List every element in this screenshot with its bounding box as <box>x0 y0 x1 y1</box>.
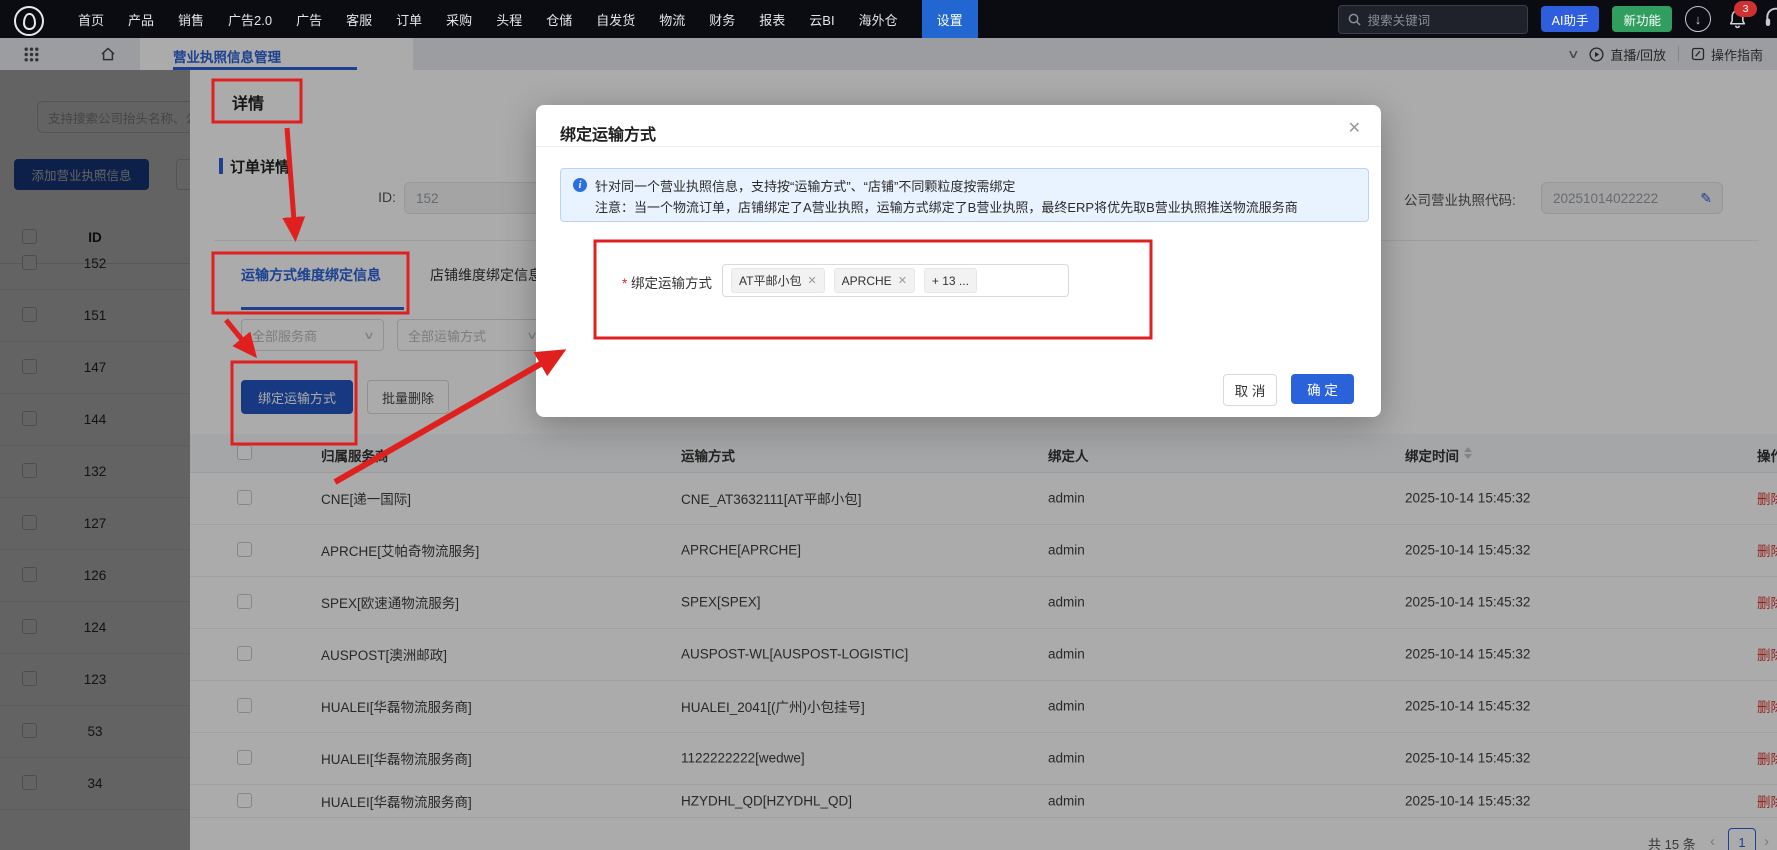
nav-item-ad[interactable]: 广告 <box>296 10 322 29</box>
nav-item-report[interactable]: 报表 <box>759 10 785 29</box>
global-search-input[interactable]: 搜索关键词 <box>1338 5 1528 34</box>
divider <box>536 146 1381 147</box>
nav-item-settings[interactable]: 设置 <box>922 0 978 38</box>
more-tags-badge[interactable]: + 13 ... <box>924 268 977 293</box>
nav-item-selfship[interactable]: 自发货 <box>596 10 635 29</box>
app-logo-icon[interactable] <box>14 6 44 36</box>
selected-tag: APRCHE ✕ <box>834 268 915 293</box>
notification-badge: 3 <box>1734 1 1757 17</box>
nav-item-overseas[interactable]: 海外仓 <box>859 10 898 29</box>
search-icon <box>1348 13 1361 26</box>
info-line-2: 注意：当一个物流订单，店铺绑定了A营业执照，运输方式绑定了B营业执照，最终ERP… <box>595 197 1298 216</box>
bind-transport-field-label: * 绑定运输方式 <box>622 272 712 292</box>
tag-label: APRCHE <box>842 274 892 288</box>
selected-tag: AT平邮小包 ✕ <box>731 268 825 293</box>
nav-item-warehouse[interactable]: 仓储 <box>546 10 572 29</box>
nav-menu: 首页 产品 销售 广告2.0 广告 客服 订单 采购 头程 仓储 自发货 物流 … <box>78 0 978 38</box>
nav-right-cluster: 搜索关键词 AI助手 新功能 ↓ 3 <box>1338 0 1777 38</box>
nav-item-product[interactable]: 产品 <box>128 10 154 29</box>
tag-remove-icon[interactable]: ✕ <box>807 274 816 287</box>
notification-bell[interactable]: 3 <box>1724 6 1750 32</box>
field-label-text: 绑定运输方式 <box>631 276 712 291</box>
modal-title: 绑定运输方式 <box>560 121 656 145</box>
required-asterisk: * <box>622 276 627 291</box>
bind-transport-modal: 绑定运输方式 ✕ i 针对同一个营业执照信息，支持按“运输方式”、“店铺”不同颗… <box>536 105 1381 417</box>
cancel-button[interactable]: 取 消 <box>1223 374 1277 406</box>
support-headset-icon[interactable] <box>1763 6 1777 32</box>
nav-item-service[interactable]: 客服 <box>346 10 372 29</box>
nav-item-logistics[interactable]: 物流 <box>659 10 685 29</box>
close-icon[interactable]: ✕ <box>1348 118 1361 138</box>
nav-item-ad2[interactable]: 广告2.0 <box>228 10 272 29</box>
nav-item-order[interactable]: 订单 <box>396 10 422 29</box>
new-feature-button[interactable]: 新功能 <box>1612 6 1672 32</box>
info-line-1: 针对同一个营业执照信息，支持按“运输方式”、“店铺”不同颗粒度按需绑定 <box>595 176 1015 195</box>
tag-remove-icon[interactable]: ✕ <box>898 274 907 287</box>
confirm-button[interactable]: 确 定 <box>1291 374 1354 404</box>
ai-assistant-button[interactable]: AI助手 <box>1541 6 1600 32</box>
modal-info-banner: i 针对同一个营业执照信息，支持按“运输方式”、“店铺”不同颗粒度按需绑定 注意… <box>560 168 1369 222</box>
nav-item-sales[interactable]: 销售 <box>178 10 204 29</box>
nav-item-purchase[interactable]: 采购 <box>446 10 472 29</box>
global-search-placeholder: 搜索关键词 <box>1368 10 1431 29</box>
nav-item-firstleg[interactable]: 头程 <box>496 10 522 29</box>
nav-item-finance[interactable]: 财务 <box>709 10 735 29</box>
info-icon: i <box>573 178 587 192</box>
tag-label: AT平邮小包 <box>739 272 801 289</box>
bind-transport-multiselect[interactable]: AT平邮小包 ✕ APRCHE ✕ + 13 ... <box>722 264 1069 297</box>
top-navbar: 首页 产品 销售 广告2.0 广告 客服 订单 采购 头程 仓储 自发货 物流 … <box>0 0 1777 38</box>
nav-item-home[interactable]: 首页 <box>78 10 104 29</box>
download-icon[interactable]: ↓ <box>1685 6 1711 32</box>
nav-item-cloudbi[interactable]: 云BI <box>809 10 834 29</box>
